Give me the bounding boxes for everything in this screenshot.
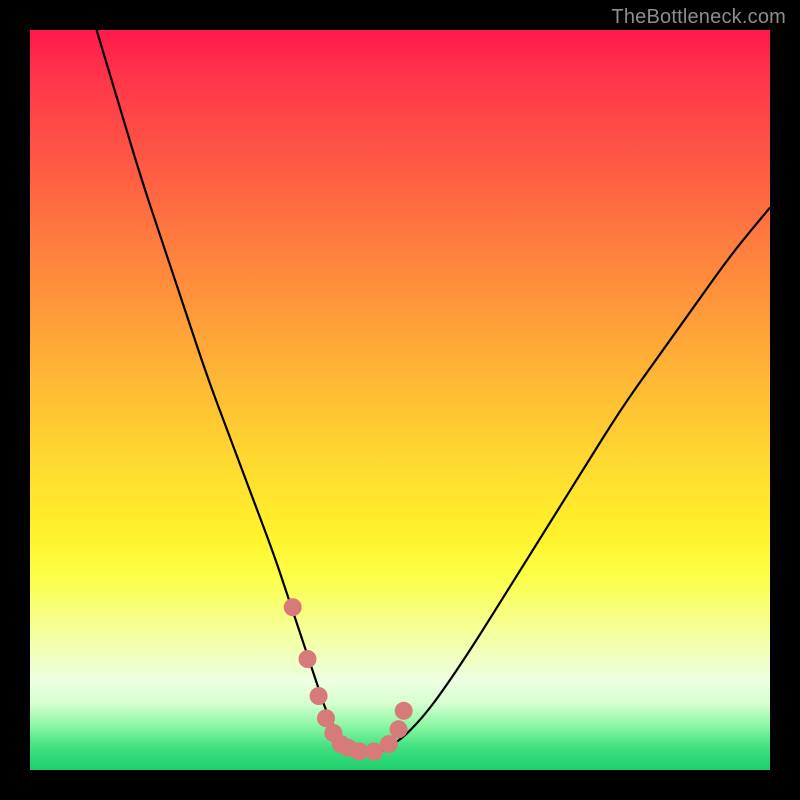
highlight-dot (284, 598, 302, 616)
watermark-text: TheBottleneck.com (611, 6, 786, 29)
bottleneck-curve (97, 30, 770, 755)
plot-area (30, 30, 770, 770)
highlight-dots-group (284, 598, 413, 760)
chart-frame: TheBottleneck.com (0, 0, 800, 800)
highlight-dot (299, 650, 317, 668)
highlight-dot (380, 735, 398, 753)
highlight-dot (395, 702, 413, 720)
highlight-dot (310, 687, 328, 705)
highlight-dot (390, 720, 408, 738)
curve-path-group (97, 30, 770, 755)
curve-svg (30, 30, 770, 770)
